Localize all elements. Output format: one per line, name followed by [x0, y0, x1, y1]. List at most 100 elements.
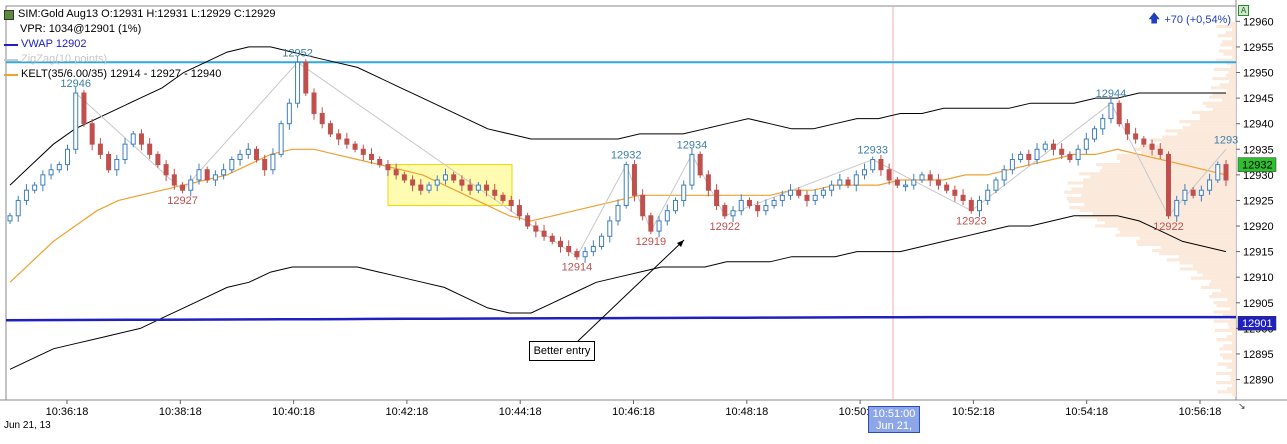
volume-profile-bar	[1232, 46, 1236, 50]
volume-profile-bar	[1179, 261, 1236, 265]
y-tick-label: 12950	[1243, 68, 1274, 80]
candle-body	[1223, 164, 1229, 181]
volume-profile-bar	[1084, 202, 1236, 207]
candle-body	[40, 174, 46, 186]
candle-body	[681, 184, 687, 201]
legend-zigzag: ZigZag(10 points)	[4, 52, 275, 67]
x-tick-label: 10:40:18	[272, 406, 315, 418]
candle-body	[788, 189, 794, 196]
volume-profile-bar	[1230, 374, 1236, 379]
volume-profile-bar	[1119, 159, 1236, 164]
x-tick-label: 10:44:18	[499, 406, 542, 418]
volume-profile-bar	[1200, 285, 1236, 290]
candle-body	[771, 199, 777, 207]
volume-profile-bar	[1230, 307, 1236, 311]
volume-profile-bar	[1218, 49, 1236, 53]
y-tick-label: 12905	[1243, 298, 1274, 310]
volume-profile-bar	[1227, 89, 1236, 93]
volume-profile-bar	[1202, 273, 1236, 277]
volume-profile-bar	[1226, 365, 1236, 369]
vwap-swatch-icon	[4, 43, 18, 46]
candle-body	[631, 164, 637, 196]
candle-body	[319, 112, 325, 125]
x-tick-label: 10:56:18	[1179, 406, 1222, 418]
legend-kelt: KELT(35/6.00/35) 12914 - 12927 - 12940	[4, 67, 275, 82]
candle-body	[393, 169, 399, 176]
candle-body	[590, 245, 596, 253]
candle-body	[73, 92, 79, 150]
volume-profile-bar	[1117, 153, 1236, 158]
candle-body	[1042, 143, 1048, 150]
y-tick-label: 12910	[1243, 272, 1274, 284]
volume-profile-bar	[1232, 393, 1236, 397]
legend-vpr: VPR: 1034@12901 (1%)	[4, 22, 275, 37]
resize-corner-icon[interactable]: ↘	[1238, 402, 1247, 411]
candle-body	[23, 189, 29, 201]
volume-profile-bar	[1166, 258, 1236, 262]
volume-profile-bar	[1208, 282, 1236, 286]
volume-profile-bar	[1217, 34, 1236, 38]
cursor-time-label: 10:51:00 Jun 21, 13	[868, 406, 920, 444]
volume-profile-bar	[1213, 67, 1236, 72]
candle-body	[7, 215, 13, 222]
y-tick-label: 12955	[1243, 42, 1274, 54]
better-entry-annotation[interactable]: Better entry	[529, 341, 595, 361]
volume-profile-bar	[1213, 301, 1236, 305]
zigzag-swatch-icon	[4, 58, 18, 61]
volume-profile-bar	[1212, 291, 1236, 296]
volume-profile-bar	[1223, 52, 1236, 56]
legend-vpr-text: VPR: 1034@12901 (1%)	[20, 23, 142, 35]
zigzag-label: 12933	[857, 145, 888, 157]
candle-body	[303, 61, 309, 94]
volume-profile-bar	[1092, 212, 1236, 216]
candle-body	[500, 194, 506, 201]
candle-body	[360, 148, 366, 155]
volume-profile-bar	[1202, 101, 1236, 105]
candle-body	[952, 189, 958, 196]
legend-vwap-text: VWAP 12902	[21, 38, 87, 50]
volume-profile-bar	[1221, 98, 1236, 102]
vwap-price-label: 12901	[1242, 318, 1273, 330]
candle-body	[1075, 148, 1081, 161]
volume-profile-bar	[1066, 196, 1236, 200]
y-tick-label: 12925	[1243, 195, 1274, 207]
legend-zigzag-text: ZigZag(10 points)	[21, 53, 108, 65]
volume-profile-bar	[1213, 310, 1236, 314]
candle-body	[927, 174, 933, 181]
candle-body	[245, 148, 251, 155]
candle-body	[820, 189, 826, 196]
candle-body	[180, 184, 186, 191]
candle-body	[615, 205, 621, 222]
candle-body	[993, 179, 999, 191]
volume-profile-bar	[1223, 344, 1236, 348]
x-tick-label: 10:36:18	[46, 406, 89, 418]
volume-profile-bar	[1140, 150, 1236, 154]
candle-body	[1050, 143, 1056, 150]
candle-body	[903, 184, 909, 188]
candle-body	[640, 194, 646, 217]
candle-body	[459, 179, 465, 186]
legend-vwap: VWAP 12902	[4, 37, 275, 52]
volume-profile-bar	[1227, 387, 1236, 391]
candle-body	[1059, 148, 1065, 155]
zigzag-label: 12932	[611, 150, 642, 162]
candle-body	[722, 205, 728, 217]
candle-body	[755, 205, 761, 212]
volume-profile-bar	[1190, 276, 1236, 280]
volume-profile-bar	[1197, 270, 1236, 274]
candle-body	[442, 174, 448, 181]
volume-profile-bar	[1217, 390, 1236, 394]
volume-profile-bar	[1232, 55, 1236, 59]
zigzag-label: 12944	[1096, 88, 1127, 100]
volume-profile-bar	[1232, 331, 1236, 336]
volume-profile-bar	[1212, 107, 1236, 111]
legend-instrument-text: SIM:Gold Aug13 O:12931 H:12931 L:12929 C…	[18, 8, 276, 20]
chart-legend: SIM:Gold Aug13 O:12931 H:12931 L:12929 C…	[4, 7, 275, 82]
volume-profile-bar	[1078, 172, 1236, 176]
candle-body	[1207, 179, 1213, 191]
volume-profile-bar	[1219, 83, 1236, 87]
candle-body	[1108, 102, 1114, 120]
x-tick-label: 10:48:18	[725, 406, 768, 418]
auto-scale-button[interactable]: A	[1238, 5, 1249, 16]
candle-body	[221, 169, 227, 176]
